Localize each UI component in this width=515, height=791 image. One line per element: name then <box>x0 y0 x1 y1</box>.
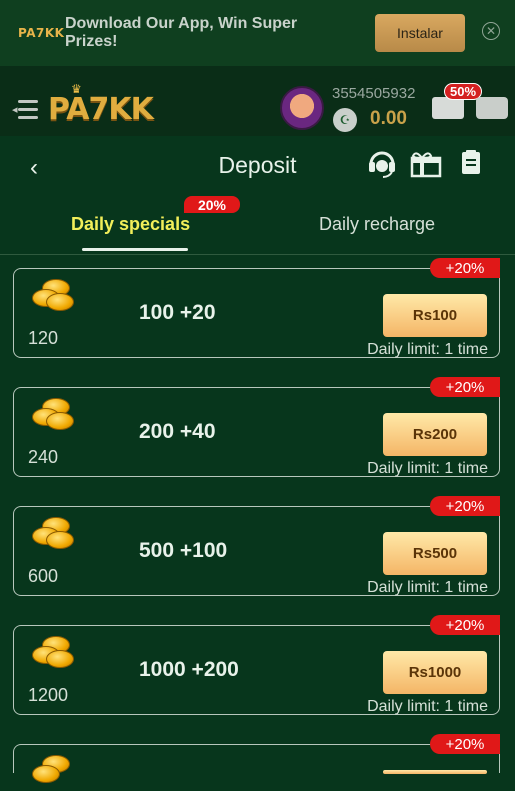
price-button[interactable] <box>383 770 487 774</box>
banner-logo: PA7KK <box>18 26 65 40</box>
document-icon[interactable] <box>455 148 487 178</box>
percent-badge: +20% <box>430 377 500 397</box>
brand-logo[interactable]: PA7KK <box>48 92 154 127</box>
banner-promo-text: Download Our App, Win Super Prizes! <box>65 15 298 50</box>
avatar[interactable] <box>280 86 324 130</box>
coins-icon <box>28 279 74 315</box>
coin-amount: 120 <box>28 328 59 348</box>
daily-limit: Daily limit: 1 time <box>367 698 488 715</box>
page-header: ‹ Deposit <box>0 136 515 196</box>
price-button[interactable]: Rs500 <box>383 532 487 575</box>
coin-amount: 600 <box>28 566 59 586</box>
pakistan-flag-icon: ☪ <box>333 108 357 132</box>
coins-icon <box>28 755 74 791</box>
close-icon[interactable]: ✕ <box>482 22 500 40</box>
daily-limit: Daily limit: 1 time <box>367 341 488 358</box>
daily-limit: Daily limit: 1 time <box>367 579 488 596</box>
bonus-text: 500 +100 <box>139 539 228 562</box>
bonus-text: 200 +40 <box>139 420 216 443</box>
offer-card: 600 500 +100 Rs500 Daily limit: 1 time +… <box>13 496 500 596</box>
top-navigation-bar: ◂ ♛ PA7KK 3554505932 ☪ 0.00 50% <box>0 66 515 136</box>
coins-icon <box>28 636 74 672</box>
offer-card: 1200 1000 +200 Rs1000 Daily limit: 1 tim… <box>13 615 500 715</box>
offer-card: 120 100 +20 Rs100 Daily limit: 1 time +2… <box>13 258 500 358</box>
bonus-text: 1000 +200 <box>139 658 239 681</box>
percent-badge: +20% <box>430 258 500 278</box>
gift-icon[interactable] <box>410 148 442 178</box>
card-icon[interactable] <box>432 97 464 119</box>
user-phone: 3554505932 <box>332 85 416 102</box>
coins-icon <box>28 517 74 553</box>
tab-daily-recharge[interactable]: Daily recharge <box>319 214 435 235</box>
price-button[interactable]: Rs200 <box>383 413 487 456</box>
offer-card: 240 200 +40 Rs200 Daily limit: 1 time +2… <box>13 377 500 477</box>
bonus-text: 100 +20 <box>139 301 216 324</box>
price-button[interactable]: Rs100 <box>383 294 487 337</box>
wallet-balance: 0.00 <box>370 108 407 129</box>
headset-icon[interactable] <box>366 148 398 178</box>
coins-icon <box>28 398 74 434</box>
tab-badge: 20% <box>184 196 240 213</box>
menu-icon[interactable]: ◂ <box>12 100 40 122</box>
offer-card: +20% <box>13 734 500 783</box>
price-button[interactable]: Rs1000 <box>383 651 487 694</box>
app-install-banner: PA7KK Download Our App, Win Super Prizes… <box>0 0 515 66</box>
percent-badge: +20% <box>430 615 500 635</box>
wallet-icon[interactable] <box>476 97 508 119</box>
tab-bar: Daily specials 20% Daily recharge <box>0 196 515 255</box>
coin-amount: 1200 <box>28 685 69 705</box>
daily-limit: Daily limit: 1 time <box>367 460 488 477</box>
coin-amount: 240 <box>28 447 59 467</box>
active-tab-indicator <box>82 248 188 251</box>
percent-badge: +20% <box>430 734 500 754</box>
tab-daily-specials[interactable]: Daily specials <box>71 214 190 235</box>
install-button[interactable]: Instalar <box>375 14 465 52</box>
percent-badge: +20% <box>430 496 500 516</box>
